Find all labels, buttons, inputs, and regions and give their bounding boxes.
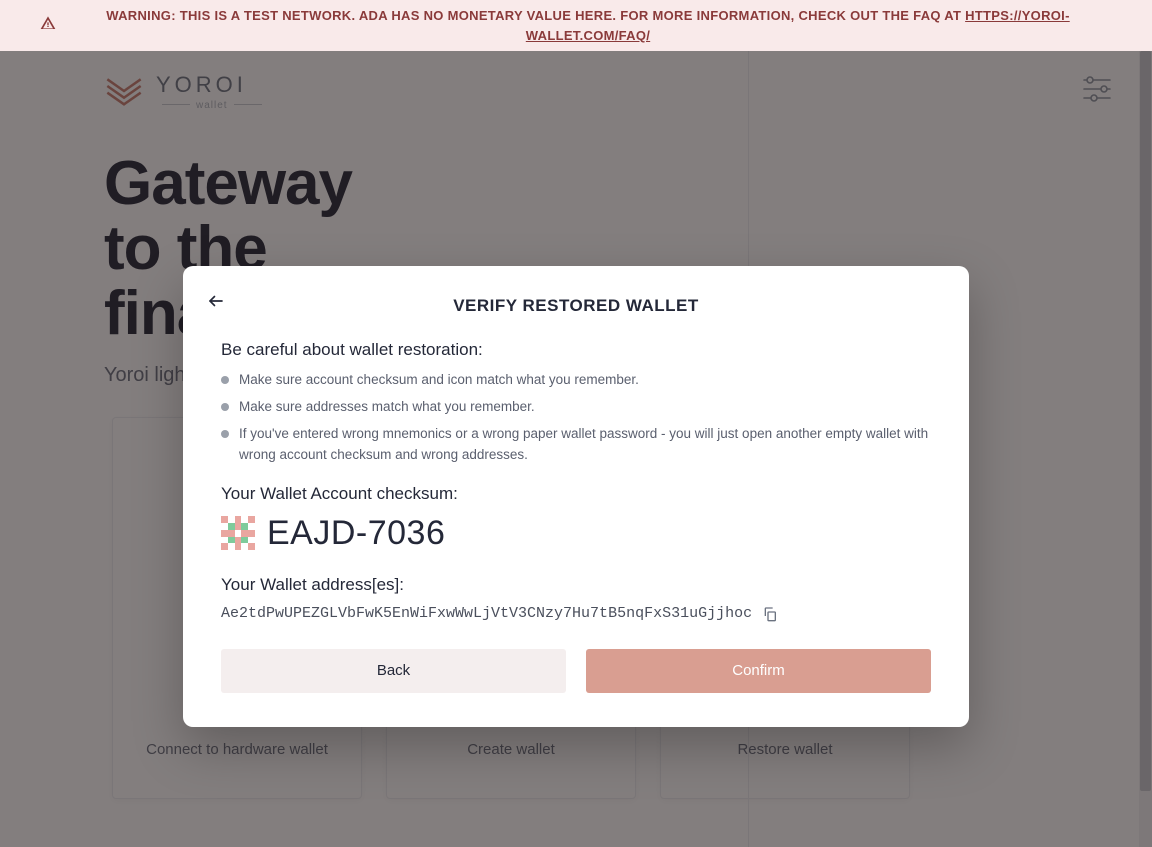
testnet-warning-banner: WARNING: THIS IS A TEST NETWORK. ADA HAS… <box>0 0 1152 51</box>
checksum-identicon <box>221 516 255 550</box>
confirm-button[interactable]: Confirm <box>586 649 931 693</box>
caution-item: Make sure account checksum and icon matc… <box>221 370 931 391</box>
caution-list: Make sure account checksum and icon matc… <box>221 370 931 466</box>
caution-item: Make sure addresses match what you remem… <box>221 397 931 418</box>
caution-heading: Be careful about wallet restoration: <box>221 340 931 360</box>
modal-back-arrow[interactable] <box>201 288 231 319</box>
checksum-value: EAJD-7036 <box>267 514 445 553</box>
warning-icon <box>40 15 56 37</box>
warning-text: WARNING: THIS IS A TEST NETWORK. ADA HAS… <box>64 6 1112 45</box>
verify-restored-wallet-modal: VERIFY RESTORED WALLET Be careful about … <box>183 266 969 727</box>
copy-address-icon[interactable] <box>762 605 778 623</box>
addresses-label: Your Wallet address[es]: <box>221 575 931 595</box>
checksum-label: Your Wallet Account checksum: <box>221 484 931 504</box>
wallet-address: Ae2tdPwUPEZGLVbFwK5EnWiFxwWwLjVtV3CNzy7H… <box>221 605 752 622</box>
modal-title: VERIFY RESTORED WALLET <box>221 296 931 316</box>
caution-item: If you've entered wrong mnemonics or a w… <box>221 424 931 466</box>
back-button[interactable]: Back <box>221 649 566 693</box>
